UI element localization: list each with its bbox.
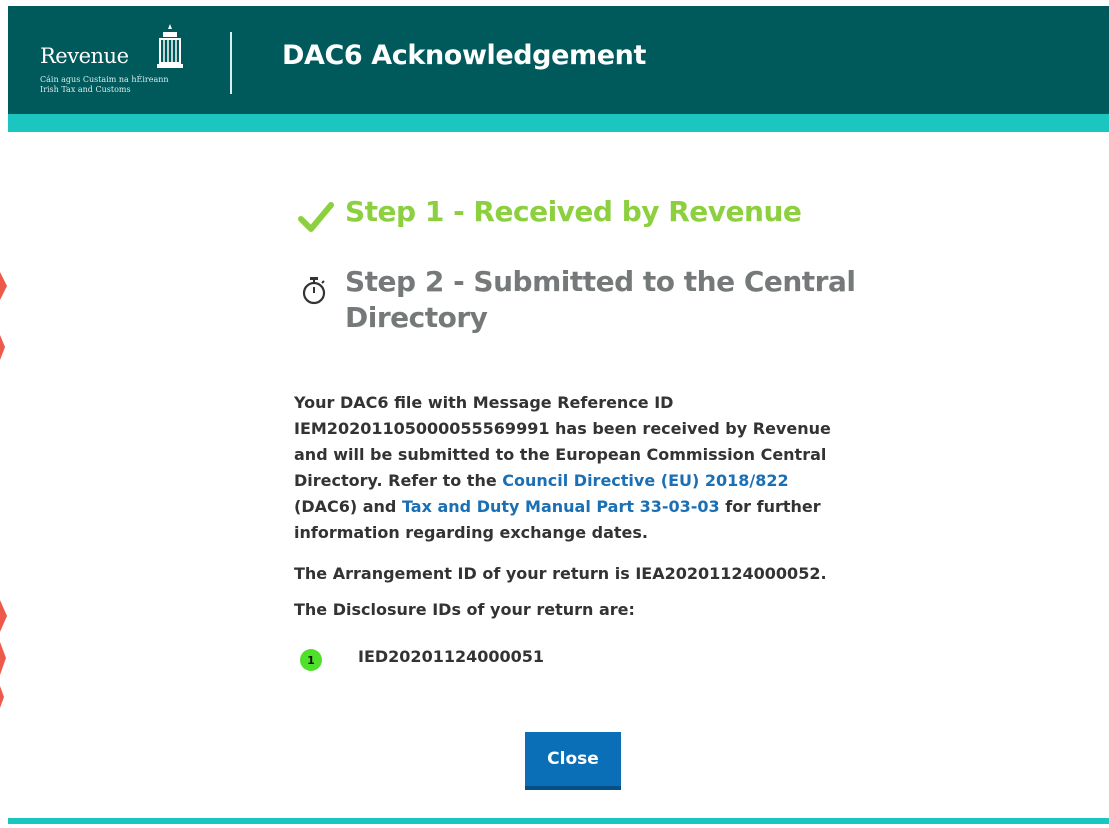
footer-accent-stripe [8,818,1109,824]
step-1-label: Step 1 - Received by Revenue [345,195,802,228]
arrangement-id-text: The Arrangement ID of your return is IEA… [294,564,827,583]
step-2-label: Step 2 - Submitted to the Central Direct… [345,265,856,334]
disclosure-id: IED20201124000051 [358,647,545,666]
message-text-part2: (DAC6) and [294,497,402,516]
logo-wordmark: Revenue [40,44,129,68]
tax-duty-manual-link[interactable]: Tax and Duty Manual Part 33-03-03 [402,497,720,516]
logo-subtitle-irish: Cáin agus Custaim na hÉireann [40,75,169,84]
disclosure-heading: The Disclosure IDs of your return are: [294,600,635,619]
acknowledgement-message: Your DAC6 file with Message Reference ID… [294,390,854,546]
stopwatch-icon [302,277,326,305]
header-divider [230,32,232,94]
council-directive-link[interactable]: Council Directive (EU) 2018/822 [502,471,788,490]
checkmark-icon [298,202,334,232]
header-accent-stripe [8,114,1109,132]
close-button[interactable]: Close [525,732,621,790]
logo-subtitle-english: Irish Tax and Customs [40,85,131,94]
page-title: DAC6 Acknowledgement [282,40,646,71]
revenue-logo[interactable]: Revenue Cáin agus Custaim na hÉireann Ir… [40,20,200,96]
harp-icon [157,24,183,68]
number-badge: 1 [300,649,322,671]
